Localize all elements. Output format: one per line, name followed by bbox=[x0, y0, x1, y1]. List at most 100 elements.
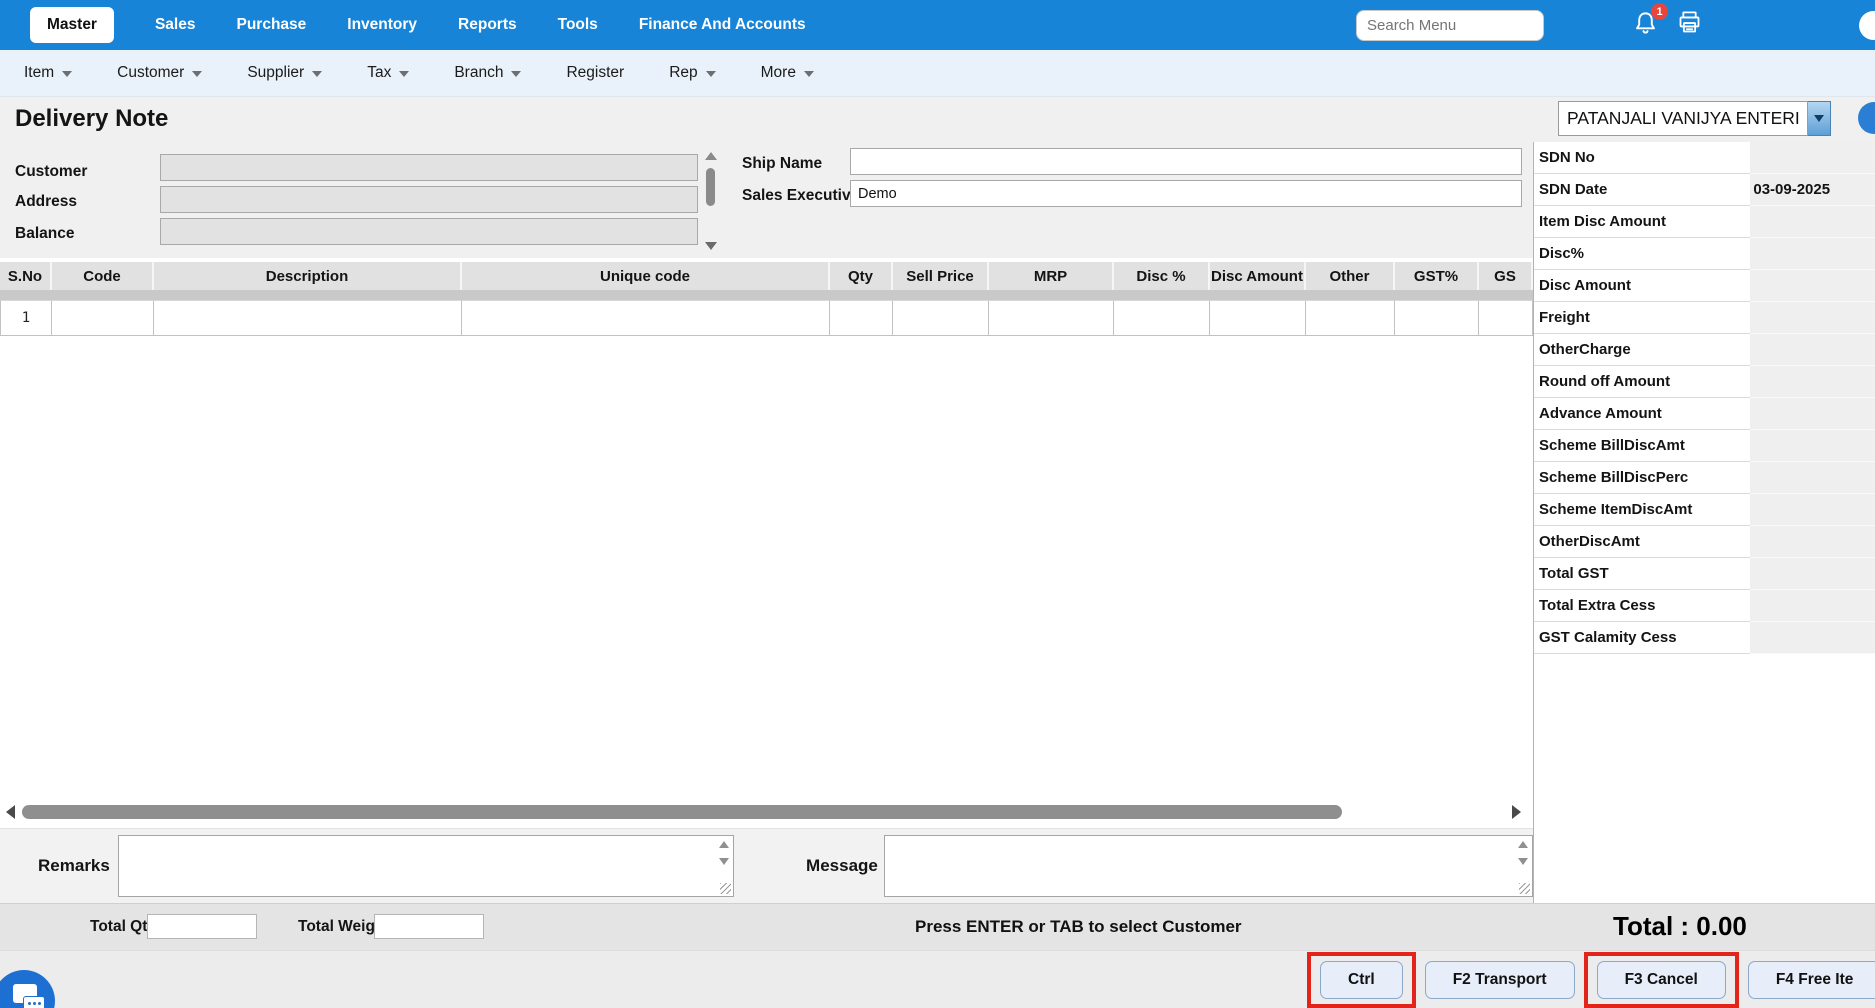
ship-name-label: Ship Name bbox=[742, 155, 823, 172]
summary-value[interactable] bbox=[1750, 366, 1875, 398]
nav-item-purchase[interactable]: Purchase bbox=[236, 16, 306, 34]
summary-value[interactable] bbox=[1750, 206, 1875, 238]
subnav-item-supplier[interactable]: Supplier bbox=[247, 64, 323, 82]
action-button-ctrl[interactable]: Ctrl bbox=[1320, 961, 1403, 999]
action-button-f3-cancel[interactable]: F3 Cancel bbox=[1596, 961, 1726, 999]
subnav-item-tax[interactable]: Tax bbox=[367, 64, 410, 82]
nav-item-reports[interactable]: Reports bbox=[458, 16, 517, 34]
summary-value[interactable] bbox=[1750, 590, 1875, 622]
summary-value[interactable] bbox=[1750, 302, 1875, 334]
hscrollbar-thumb[interactable] bbox=[22, 805, 1342, 819]
summary-label: Total GST bbox=[1534, 558, 1751, 590]
nav-item-inventory[interactable]: Inventory bbox=[347, 16, 417, 34]
remarks-label: Remarks bbox=[38, 856, 110, 875]
textarea-up-arrow-icon[interactable] bbox=[1517, 841, 1528, 848]
header-cell-code: Code bbox=[52, 262, 154, 290]
summary-value[interactable] bbox=[1750, 558, 1875, 590]
cell-gs[interactable] bbox=[1479, 300, 1533, 336]
horizontal-scrollbar bbox=[0, 802, 1533, 822]
cell-code[interactable] bbox=[52, 300, 154, 336]
print-button[interactable] bbox=[1676, 9, 1703, 41]
sales-executive-field[interactable] bbox=[850, 180, 1522, 207]
summary-row-othercharge: OtherCharge bbox=[1534, 334, 1875, 366]
scroll-right-arrow-icon[interactable] bbox=[1512, 805, 1521, 819]
chevron-down-icon bbox=[399, 71, 410, 77]
search-menu-input[interactable] bbox=[1356, 9, 1544, 41]
summary-label: Item Disc Amount bbox=[1534, 206, 1751, 238]
items-table-body: 1 bbox=[0, 300, 1533, 336]
cell-qty[interactable] bbox=[830, 300, 893, 336]
nav-item-sales[interactable]: Sales bbox=[155, 16, 196, 34]
textarea-down-arrow-icon[interactable] bbox=[719, 858, 729, 865]
nav-item-finance-and-accounts[interactable]: Finance And Accounts bbox=[639, 16, 806, 34]
summary-label: Scheme BillDiscPerc bbox=[1534, 462, 1751, 494]
subnav-item-label: Register bbox=[566, 64, 625, 81]
cell-disc-amount[interactable] bbox=[1210, 300, 1306, 336]
subnav-item-item[interactable]: Item bbox=[24, 64, 73, 82]
remarks-textarea[interactable] bbox=[118, 836, 733, 896]
chevron-down-icon bbox=[1814, 115, 1824, 122]
total-weight-input[interactable] bbox=[374, 914, 484, 939]
subnav-item-customer[interactable]: Customer bbox=[117, 64, 203, 82]
resize-grip-icon[interactable] bbox=[1518, 883, 1530, 894]
customer-scrollbar bbox=[702, 150, 719, 252]
cell-s-no[interactable]: 1 bbox=[0, 300, 52, 336]
header-cell-qty: Qty bbox=[830, 262, 893, 290]
resize-grip-icon[interactable] bbox=[720, 883, 731, 894]
summary-value[interactable] bbox=[1750, 334, 1875, 366]
summary-value[interactable]: 03-09-2025 bbox=[1750, 174, 1875, 206]
summary-value[interactable] bbox=[1750, 270, 1875, 302]
header-cell-other: Other bbox=[1306, 262, 1395, 290]
header-cell-gst: GST% bbox=[1395, 262, 1479, 290]
subnav-item-rep[interactable]: Rep bbox=[669, 64, 716, 82]
textarea-up-arrow-icon[interactable] bbox=[719, 841, 729, 848]
notification-bell-button[interactable]: 1 bbox=[1632, 3, 1668, 40]
balance-field[interactable] bbox=[160, 218, 698, 245]
total-qty-input[interactable] bbox=[147, 914, 257, 939]
summary-value[interactable] bbox=[1750, 398, 1875, 430]
cell-mrp[interactable] bbox=[989, 300, 1114, 336]
summary-value[interactable] bbox=[1750, 494, 1875, 526]
nav-item-master[interactable]: Master bbox=[30, 7, 114, 43]
summary-row-advance-amount: Advance Amount bbox=[1534, 398, 1875, 430]
items-table-header: S.No Code Description Unique code Qty Sell Pr… bbox=[0, 262, 1533, 290]
scroll-up-arrow-icon[interactable] bbox=[705, 152, 717, 160]
cell-unique-code[interactable] bbox=[462, 300, 830, 336]
summary-label: Disc% bbox=[1534, 238, 1751, 270]
customer-field[interactable] bbox=[160, 154, 698, 181]
ship-name-field[interactable] bbox=[850, 148, 1522, 175]
summary-value[interactable] bbox=[1750, 142, 1875, 174]
action-buttons: Ctrl F2 Transport F3 Cancel F4 Free Ite bbox=[1307, 951, 1875, 1008]
summary-value[interactable] bbox=[1750, 238, 1875, 270]
company-selector-arrow-button[interactable] bbox=[1808, 101, 1831, 136]
message-textarea[interactable] bbox=[884, 836, 1532, 896]
scroll-left-arrow-icon[interactable] bbox=[6, 805, 15, 819]
chevron-down-icon bbox=[62, 71, 73, 77]
address-field[interactable] bbox=[160, 186, 698, 213]
summary-row-scheme-itemdiscamt: Scheme ItemDiscAmt bbox=[1534, 494, 1875, 526]
footer-bar: Total Qty Total Weight Press ENTER or TA… bbox=[0, 903, 1875, 950]
company-selector[interactable]: PATANJALI VANIJYA ENTERI bbox=[1558, 101, 1831, 136]
scrollbar-thumb[interactable] bbox=[706, 168, 715, 206]
cell-gst[interactable] bbox=[1395, 300, 1479, 336]
header-cell-description: Description bbox=[154, 262, 462, 290]
subnav-item-branch[interactable]: Branch bbox=[454, 64, 522, 82]
summary-value[interactable] bbox=[1750, 526, 1875, 558]
cell-disc[interactable] bbox=[1114, 300, 1210, 336]
action-button-f2-transport[interactable]: F2 Transport bbox=[1424, 961, 1575, 999]
action-button-f4-free-ite[interactable]: F4 Free Ite bbox=[1747, 961, 1875, 999]
profile-circle[interactable] bbox=[1859, 11, 1875, 40]
summary-value[interactable] bbox=[1750, 462, 1875, 494]
textarea-down-arrow-icon[interactable] bbox=[1517, 858, 1528, 865]
cell-sell-price[interactable] bbox=[893, 300, 989, 336]
summary-value[interactable] bbox=[1750, 622, 1875, 654]
subnav-item-register[interactable]: Register bbox=[566, 64, 624, 82]
cell-other[interactable] bbox=[1306, 300, 1395, 336]
cell-description[interactable] bbox=[154, 300, 462, 336]
subnav-item-more[interactable]: More bbox=[761, 64, 814, 82]
scroll-down-arrow-icon[interactable] bbox=[705, 242, 717, 250]
header-cell-mrp: MRP bbox=[989, 262, 1114, 290]
header-cell-s-no: S.No bbox=[0, 262, 52, 290]
nav-item-tools[interactable]: Tools bbox=[558, 16, 598, 34]
summary-value[interactable] bbox=[1750, 430, 1875, 462]
